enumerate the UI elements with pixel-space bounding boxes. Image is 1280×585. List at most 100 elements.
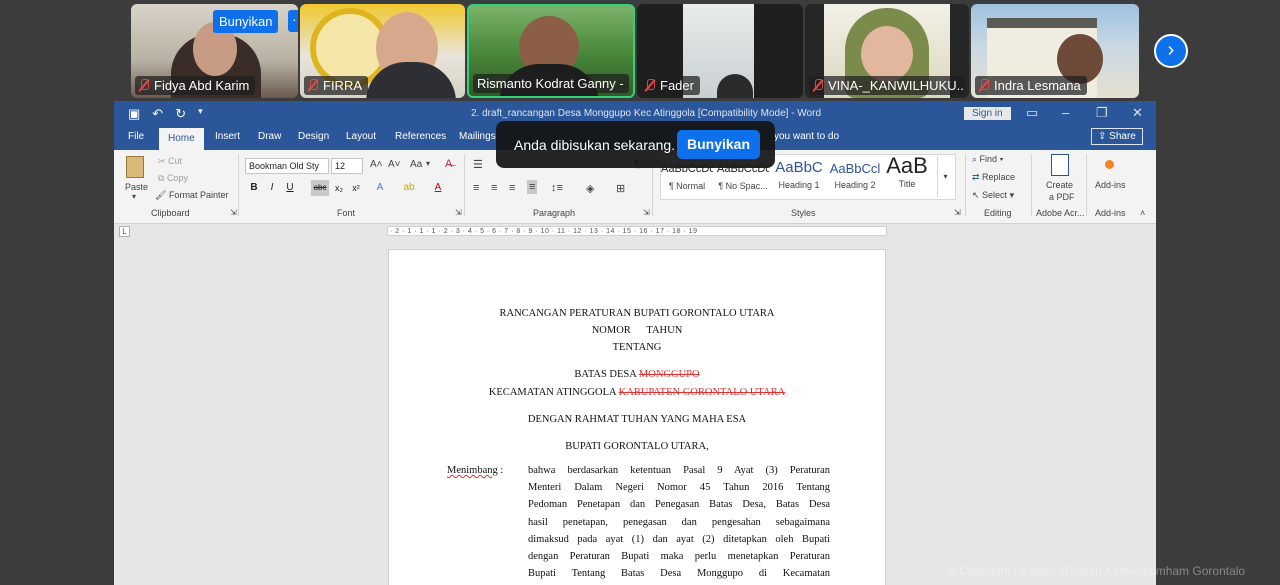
group-label-add-ins: Add-ins	[1095, 208, 1126, 218]
bullets-icon[interactable]: ☰	[473, 158, 483, 171]
sign-in-button[interactable]: Sign in	[964, 107, 1011, 120]
share-button[interactable]: ⇪ Share	[1091, 128, 1143, 145]
body-line: bahwa berdasarkan ketentuan Pasal 9 Ayat…	[528, 465, 830, 476]
tab-references[interactable]: References	[395, 131, 446, 142]
change-case-button[interactable]: Aa	[410, 159, 422, 170]
line-spacing-icon[interactable]: ↕≡	[551, 182, 563, 194]
tab-home[interactable]: Home	[159, 128, 204, 150]
style-heading-2[interactable]: AaBbCcl Heading 2	[829, 155, 881, 201]
group-separator	[238, 154, 239, 216]
replace-button[interactable]: ⇄ Replace	[972, 172, 1015, 183]
menimbang-colon: :	[497, 465, 504, 476]
font-size-select[interactable]: 12	[331, 158, 363, 174]
participant-name: VINA-_KANWILHUKU...	[828, 78, 965, 93]
paste-dropdown-icon[interactable]: ▾	[132, 192, 136, 201]
font-color-icon[interactable]: A	[431, 180, 445, 196]
select-button[interactable]: ↖ Select ▾	[972, 190, 1014, 201]
document-page[interactable]: RANCANGAN PERATURAN BUPATI GORONTALO UTA…	[388, 249, 886, 585]
font-name-select[interactable]: Bookman Old Sty	[245, 158, 329, 174]
mic-muted-icon	[645, 79, 655, 92]
unmute-toast-button[interactable]: Bunyikan	[677, 130, 760, 159]
styles-launcher-icon[interactable]: ⇲	[954, 208, 961, 217]
shading-icon[interactable]: ◈	[586, 182, 594, 195]
participant-name: Fader	[660, 78, 694, 93]
align-center-icon[interactable]: ≡	[491, 182, 497, 194]
create-pdf-button[interactable]: Create	[1046, 180, 1073, 190]
paste-icon[interactable]	[126, 156, 144, 178]
copy-label: Copy	[166, 173, 188, 183]
participant-name: FIRRA	[323, 78, 362, 93]
tab-mailings[interactable]: Mailings	[459, 131, 496, 142]
participant-tile-3-active-speaker[interactable]: Rismanto Kodrat Ganny -	[467, 4, 635, 98]
participant-tile-5[interactable]: VINA-_KANWILHUKU...	[805, 4, 969, 98]
paragraph-launcher-icon[interactable]: ⇲	[643, 208, 650, 217]
word-window: ▣ ↶ ↻ ▾ 2. draft_rancangan Desa Monggupo…	[114, 101, 1156, 585]
borders-icon[interactable]: ⊞	[616, 182, 625, 195]
chevron-right-icon[interactable]: ›	[1154, 34, 1188, 68]
close-icon[interactable]: ✕	[1132, 105, 1143, 121]
group-label-editing: Editing	[984, 208, 1012, 218]
body-line: Bupati Tentang Batas Desa Monggupo di Ke…	[528, 568, 830, 580]
participant-tile-6[interactable]: Indra Lesmana	[971, 4, 1139, 98]
text-effects-icon[interactable]: A	[373, 180, 387, 196]
tell-me-search[interactable]: you want to do	[774, 131, 839, 142]
change-case-dropdown-icon[interactable]: ▾	[426, 159, 430, 168]
tracked-deletion: MONGGUPO	[638, 369, 700, 380]
italic-icon[interactable]: I	[265, 180, 279, 196]
tab-draw[interactable]: Draw	[258, 131, 281, 142]
paste-button[interactable]: Paste	[125, 182, 148, 192]
shrink-font-icon[interactable]: A˅	[388, 159, 401, 170]
unmute-button[interactable]: Bunyikan	[213, 10, 279, 33]
clear-formatting-icon[interactable]: A̶	[445, 158, 452, 170]
style-title[interactable]: AaB Title	[881, 153, 933, 201]
group-separator	[965, 154, 966, 216]
share-label: Share	[1109, 131, 1136, 142]
tab-design[interactable]: Design	[298, 131, 329, 142]
ribbon-display-icon[interactable]: ▭	[1026, 105, 1038, 121]
highlight-icon[interactable]: ab	[402, 180, 416, 196]
tab-layout[interactable]: Layout	[346, 131, 376, 142]
menimbang-body: bahwa berdasarkan ketentuan Pasal 9 Ayat…	[528, 465, 830, 585]
customize-qat-icon[interactable]: ▾	[198, 106, 203, 122]
muted-message: Anda dibisukan sekarang.	[514, 137, 676, 153]
replace-label: Replace	[982, 172, 1016, 182]
participant-tile-4[interactable]: Fader	[637, 4, 803, 98]
format-painter-button[interactable]: 🖌 Format Painter	[155, 190, 228, 201]
find-button[interactable]: ⌕ Find ▾	[972, 154, 1003, 165]
maximize-icon[interactable]: ❐	[1096, 105, 1108, 121]
collapse-ribbon-icon[interactable]: ˄	[1140, 208, 1145, 218]
align-right-icon[interactable]: ≡	[509, 182, 515, 194]
pdf-icon[interactable]	[1051, 154, 1069, 176]
style-heading-1[interactable]: AaBbC Heading 1	[773, 155, 825, 201]
font-launcher-icon[interactable]: ⇲	[455, 208, 462, 217]
menimbang-word: Menimbang	[447, 465, 498, 476]
bold-icon[interactable]: B	[247, 180, 261, 196]
undo-icon[interactable]: ↶	[152, 106, 163, 122]
superscript-icon[interactable]: x²	[349, 180, 363, 196]
participant-tile-2[interactable]: FIRRA	[300, 4, 465, 98]
subscript-icon[interactable]: x₂	[332, 180, 346, 196]
cut-button[interactable]: ✂ Cut	[158, 156, 182, 167]
align-left-icon[interactable]: ≡	[473, 182, 479, 194]
strikethrough-icon[interactable]: abc	[311, 180, 329, 196]
tab-insert[interactable]: Insert	[215, 131, 240, 142]
redo-icon[interactable]: ↻	[175, 106, 186, 122]
tab-file[interactable]: File	[128, 131, 144, 142]
add-ins-icon[interactable]	[1105, 160, 1114, 169]
body-line: hasil penetapan, penegasan dan pengesaha…	[528, 516, 830, 528]
grow-font-icon[interactable]: A˄	[370, 159, 383, 170]
underline-icon[interactable]: U	[283, 180, 297, 196]
horizontal-ruler[interactable]: · 2 · 1 · 1 · 1 · 2 · 3 · 4 · 5 · 6 · 7 …	[387, 226, 887, 236]
styles-more-icon[interactable]: ▾	[937, 157, 953, 197]
clipboard-launcher-icon[interactable]: ⇲	[230, 208, 237, 217]
participant-name: Indra Lesmana	[994, 78, 1081, 93]
doc-title-line-3: TENTANG	[612, 342, 662, 353]
save-icon[interactable]: ▣	[128, 106, 140, 122]
more-options-button[interactable]: ···	[288, 10, 298, 32]
tab-selector-icon[interactable]: L	[119, 226, 130, 237]
copy-button[interactable]: ⧉ Copy	[158, 173, 188, 184]
minimize-icon[interactable]: –	[1062, 105, 1069, 120]
participant-tile-1[interactable]: Bunyikan ··· Fidya Abd Karim	[131, 4, 298, 98]
add-ins-button[interactable]: Add-ins	[1095, 180, 1126, 190]
justify-icon[interactable]: ≡	[527, 180, 538, 194]
